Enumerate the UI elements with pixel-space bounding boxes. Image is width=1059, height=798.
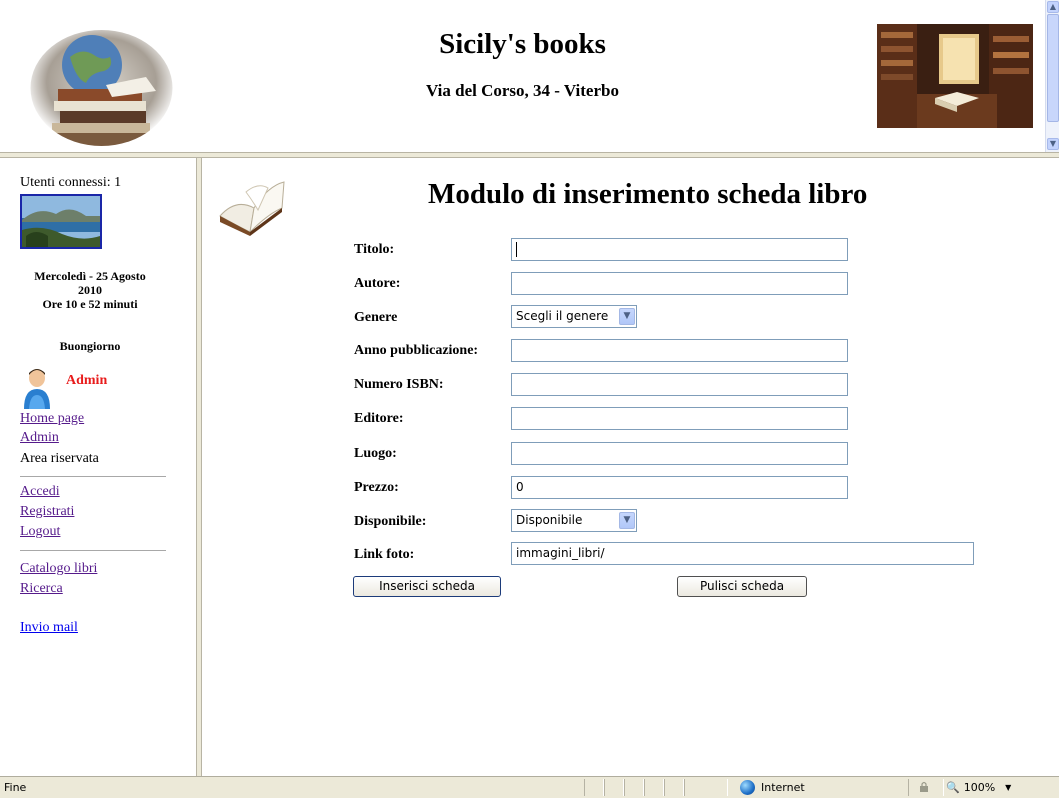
zoom-level-value: 100%	[963, 781, 996, 794]
zoom-level-control[interactable]: 🔍 100% ▼	[946, 781, 1011, 794]
main-content: Modulo di inserimento scheda libro Titol…	[202, 158, 1059, 776]
availability-select[interactable]: Disponibile ▼	[511, 509, 637, 532]
nav-admin-link[interactable]: Admin	[20, 430, 59, 446]
sidebar-divider	[20, 550, 166, 551]
clear-record-button[interactable]: Pulisci scheda	[677, 576, 807, 597]
status-text: Fine	[4, 781, 27, 794]
globe-icon	[740, 780, 755, 795]
sidebar-divider	[20, 476, 166, 477]
price-label: Prezzo:	[354, 480, 399, 495]
protected-mode-icon[interactable]	[918, 781, 930, 793]
publication-year-label: Anno pubblicazione:	[354, 343, 479, 358]
vertical-scrollbar[interactable]: ▲ ▼	[1045, 0, 1059, 152]
open-book-icon	[219, 181, 285, 236]
isbn-input[interactable]	[511, 373, 848, 396]
publication-year-input[interactable]	[511, 339, 848, 362]
sicily-coast-photo	[20, 194, 102, 249]
chevron-down-icon[interactable]: ▼	[619, 308, 635, 325]
scrollbar-thumb[interactable]	[1047, 14, 1059, 122]
status-cell	[604, 779, 624, 796]
nav-catalog-link[interactable]: Catalogo libri	[20, 561, 97, 577]
security-zone[interactable]: Internet	[740, 780, 805, 795]
nav-login-link[interactable]: Accedi	[20, 484, 60, 500]
reserved-area-label: Area riservata	[20, 451, 99, 466]
nav-register-link[interactable]: Registrati	[20, 504, 74, 520]
publisher-label: Editore:	[354, 411, 404, 426]
browser-status-bar: Fine Internet 🔍 100% ▼	[0, 776, 1059, 798]
form-title: Modulo di inserimento scheda libro	[428, 178, 868, 210]
author-input[interactable]	[511, 272, 848, 295]
price-input[interactable]: 0	[511, 476, 848, 499]
status-cell	[584, 779, 604, 796]
chevron-down-icon[interactable]: ▼	[1005, 783, 1011, 792]
photo-link-input[interactable]: immagini_libri/	[511, 542, 974, 565]
nav-search-link[interactable]: Ricerca	[20, 581, 63, 597]
place-label: Luogo:	[354, 446, 397, 461]
user-avatar-icon	[24, 369, 50, 409]
logged-user-name: Admin	[66, 373, 108, 388]
genre-select-value: Scegli il genere	[516, 309, 609, 323]
status-cell	[684, 779, 728, 796]
title-label: Titolo:	[354, 242, 395, 257]
status-cell	[664, 779, 684, 796]
scroll-down-arrow-icon[interactable]: ▼	[1047, 138, 1059, 150]
text-cursor	[516, 242, 517, 257]
nav-logout-link[interactable]: Logout	[20, 524, 60, 540]
nav-send-mail-link[interactable]: Invio mail	[20, 620, 78, 636]
zoom-magnifier-icon: 🔍	[946, 781, 960, 794]
chevron-down-icon[interactable]: ▼	[619, 512, 635, 529]
scroll-up-arrow-icon[interactable]: ▲	[1047, 1, 1059, 13]
status-cell	[644, 779, 664, 796]
availability-select-value: Disponibile	[516, 513, 583, 527]
greeting-text: Buongiorno	[59, 339, 121, 353]
genre-select[interactable]: Scegli il genere ▼	[511, 305, 637, 328]
isbn-label: Numero ISBN:	[354, 377, 444, 392]
insert-record-button[interactable]: Inserisci scheda	[353, 576, 501, 597]
availability-label: Disponibile:	[354, 514, 427, 529]
status-cell	[624, 779, 644, 796]
current-date: Mercoledì - 25 Agosto 2010 Ore 10 e 52 m…	[34, 269, 146, 311]
genre-label: Genere	[354, 310, 398, 325]
library-photo	[877, 24, 1033, 128]
site-header: Sicily's books Via del Corso, 34 - Viter…	[0, 0, 1045, 152]
sidebar: Utenti connessi: 1 Mercoledì - 25 Agosto…	[0, 158, 196, 776]
photo-link-label: Link foto:	[354, 547, 415, 562]
place-input[interactable]	[511, 442, 848, 465]
nav-home-page-link[interactable]: Home page	[20, 411, 84, 427]
security-zone-label: Internet	[761, 781, 805, 794]
author-label: Autore:	[354, 276, 401, 291]
title-input[interactable]	[511, 238, 848, 261]
users-online-count: Utenti connessi: 1	[20, 175, 122, 190]
publisher-input[interactable]	[511, 407, 848, 430]
